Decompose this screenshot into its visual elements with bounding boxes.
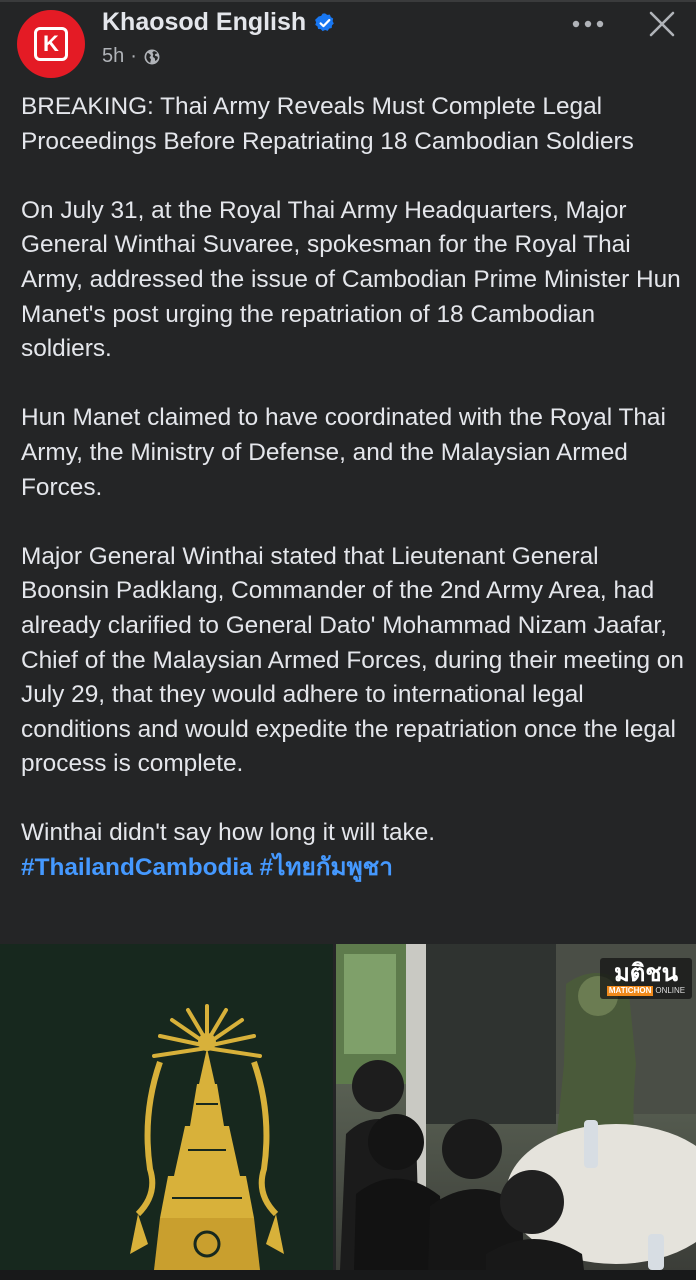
page-avatar[interactable]: K — [17, 10, 85, 78]
avatar-letter: K — [43, 31, 59, 56]
meta-separator: · — [130, 45, 137, 67]
media-image-photo[interactable]: มติชน MATICHON ONLINE — [336, 944, 696, 1270]
page-name-row: Khaosod English — [102, 8, 336, 37]
post-paragraph: Winthai didn't say how long it will take… — [21, 819, 436, 847]
post-meta: 5h · — [102, 45, 161, 68]
post-paragraph: Major General Winthai stated that Lieute… — [21, 542, 684, 778]
facebook-post-screen: K Khaosod English 5h · BREAKING: Thai Ar… — [0, 0, 696, 1280]
watermark-subtitle: MATICHON ONLINE — [604, 986, 688, 996]
more-options-icon — [572, 20, 604, 28]
close-button[interactable] — [640, 4, 684, 44]
post-media: มติชน MATICHON ONLINE — [0, 944, 696, 1270]
khaosod-logo-icon: K — [34, 27, 68, 61]
matichon-watermark: มติชน MATICHON ONLINE — [600, 958, 692, 999]
hashtag-link[interactable]: #ThailandCambodia — [21, 854, 253, 881]
watermark-brand: MATICHON — [606, 986, 654, 996]
media-image-emblem[interactable] — [0, 944, 333, 1270]
bottom-edge — [0, 1270, 696, 1280]
post-headline: BREAKING: Thai Army Reveals Must Complet… — [21, 93, 634, 155]
close-icon — [649, 11, 675, 37]
post-body: BREAKING: Thai Army Reveals Must Complet… — [21, 90, 686, 886]
post-header: K Khaosod English 5h · — [0, 0, 696, 86]
post-paragraph: On July 31, at the Royal Thai Army Headq… — [21, 196, 681, 363]
army-emblem-icon — [0, 944, 333, 1270]
watermark-online: ONLINE — [655, 986, 686, 995]
post-paragraph: Hun Manet claimed to have coordinated wi… — [21, 404, 666, 501]
globe-icon — [144, 49, 160, 64]
page-name[interactable]: Khaosod English — [102, 8, 306, 37]
more-options-button[interactable] — [566, 8, 610, 40]
watermark-title: มติชน — [613, 959, 679, 987]
verified-badge-icon — [315, 12, 334, 31]
post-time[interactable]: 5h — [102, 45, 124, 68]
hashtag-link[interactable]: #ไทยกัมพูชา — [260, 854, 393, 881]
hashtag-row: #ThailandCambodia #ไทยกัมพูชา — [21, 851, 686, 886]
